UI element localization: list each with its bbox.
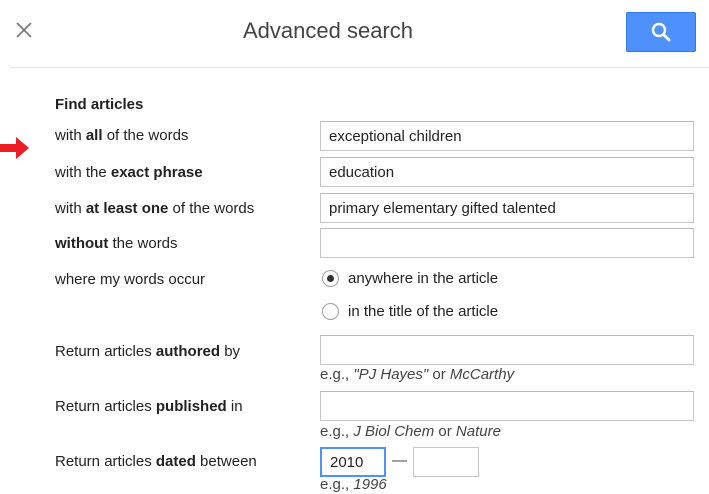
published-label: Return articles published in [55,398,243,415]
radio-dot [327,275,334,282]
find-articles-heading: Find articles [55,96,144,113]
page-title: Advanced search [243,18,413,43]
year-range-dash: — [392,452,407,469]
exact-phrase-input[interactable] [320,157,694,187]
search-button[interactable] [626,12,696,52]
all-words-input[interactable] [320,121,694,151]
author-input[interactable] [320,335,694,365]
right-arrow-icon [0,137,29,159]
radio-button-unchecked[interactable] [322,303,339,320]
all-words-label: with all of the words [55,127,189,144]
year-from-input[interactable] [320,447,386,477]
occur-label: where my words occur [55,271,206,288]
authored-label: Return articles authored by [55,343,241,360]
radio-anywhere-label: anywhere in the article [348,270,499,287]
at-least-one-label: with at least one of the words [55,200,255,217]
without-words-label: without the words [55,235,178,252]
author-example: e.g., "PJ Hayes" or McCarthy [320,366,515,383]
year-example: e.g., 1996 [320,476,387,493]
publication-example: e.g., J Biol Chem or Nature [320,423,501,440]
year-to-input[interactable] [413,447,479,477]
radio-title[interactable]: in the title of the article [322,303,498,320]
header-bar: Advanced search [0,0,709,70]
publication-input[interactable] [320,391,694,421]
radio-title-label: in the title of the article [348,303,499,320]
radio-button-checked[interactable] [322,270,339,287]
dated-label: Return articles dated between [55,453,257,470]
exact-phrase-label: with the exact phrase [55,164,203,181]
header-divider [10,67,709,68]
at-least-one-input[interactable] [320,193,694,223]
without-words-input[interactable] [320,228,694,258]
search-icon [651,22,671,42]
radio-anywhere[interactable]: anywhere in the article [322,270,498,287]
